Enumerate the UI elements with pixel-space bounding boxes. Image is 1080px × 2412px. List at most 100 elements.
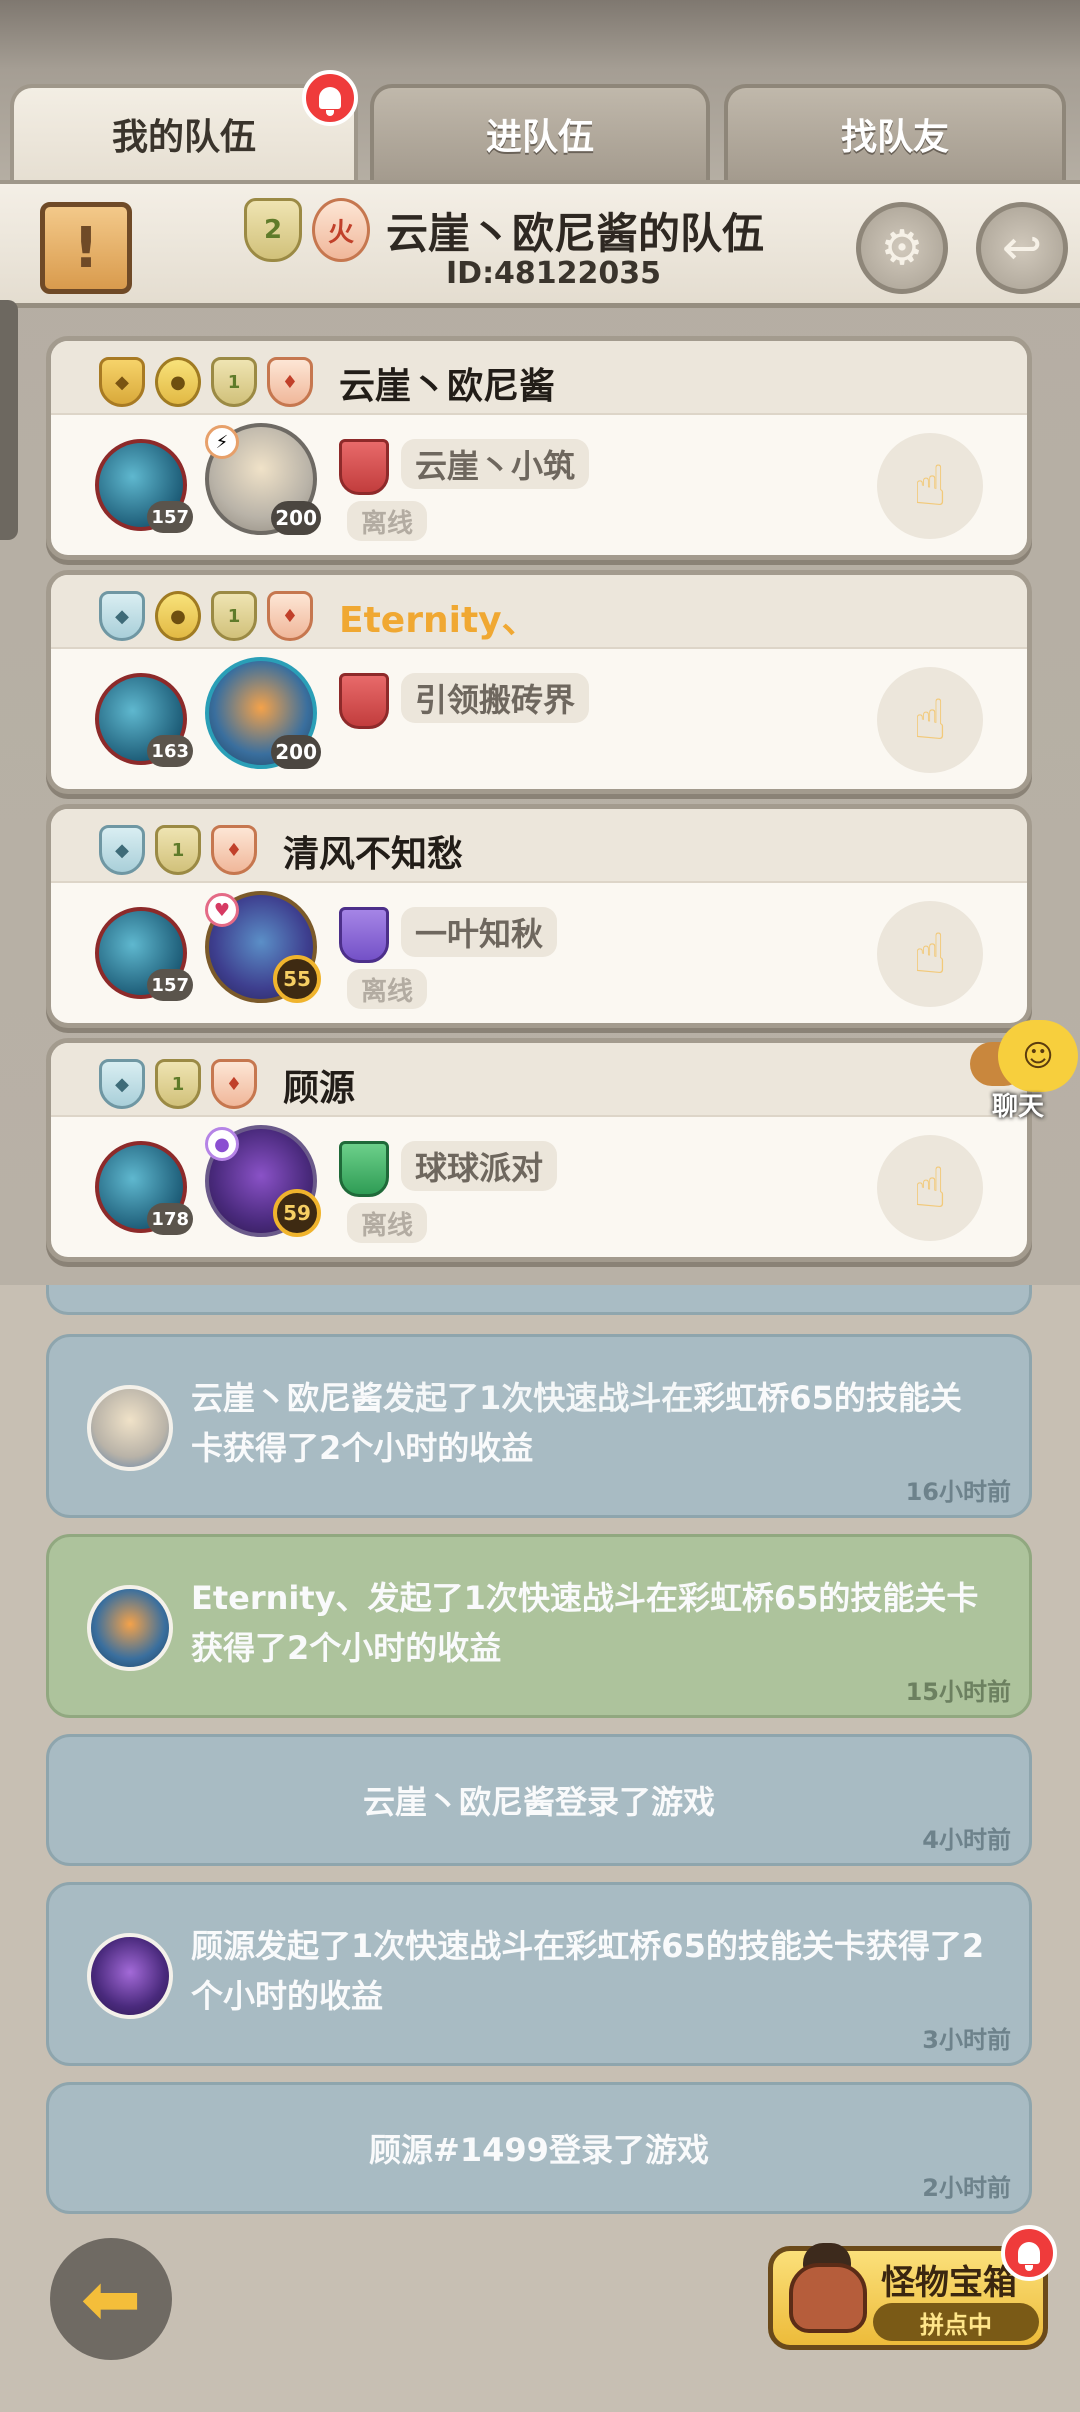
team-rank-emblem: 火 xyxy=(312,198,370,262)
team-title: 云崖丶欧尼酱的队伍 xyxy=(386,209,765,258)
hero-level: 157 xyxy=(147,501,193,533)
back-arrow-icon: ⬅ xyxy=(80,2257,142,2341)
status-badge: 离线 xyxy=(347,969,428,1009)
boar-icon xyxy=(783,2241,873,2345)
pet-avatar: ● 59 xyxy=(205,1125,321,1237)
treasure-title: 怪物宝箱 xyxy=(881,2263,1017,2303)
smiley-icon: ☺ xyxy=(998,1020,1078,1092)
guild-name: 云崖丶小筑 xyxy=(401,439,590,489)
guild-flag-icon xyxy=(339,907,389,963)
tab-bar: 我的队伍 进队伍 找队友 xyxy=(0,70,1080,180)
pet-avatar: ♥ 55 xyxy=(205,891,321,1003)
member-badges: ◆ 1 ♦ xyxy=(99,1059,257,1109)
member-name: 云崖丶欧尼酱 xyxy=(339,366,556,407)
settings-button[interactable]: ⚙ xyxy=(856,202,948,294)
swap-hand-icon: ☝ xyxy=(912,1155,948,1221)
bell-icon xyxy=(1018,2242,1040,2271)
log-text: 云崖丶欧尼酱登录了游戏 xyxy=(362,1783,716,1821)
log-time: 4小时前 xyxy=(922,1826,1011,1854)
scroll-notice-icon[interactable]: ! xyxy=(40,202,132,294)
element-icon: ⚡ xyxy=(205,425,239,459)
side-drawer-handle[interactable] xyxy=(0,300,18,540)
pet-level: 59 xyxy=(273,1189,321,1237)
fire-badge-icon: ♦ xyxy=(211,1059,257,1109)
hero-level: 178 xyxy=(147,1203,193,1235)
fire-badge-icon: ♦ xyxy=(267,591,313,641)
tab-join-team[interactable]: 进队伍 xyxy=(370,84,710,180)
log-entry-partial xyxy=(46,1285,1032,1315)
pet-badge-icon: ● xyxy=(155,357,201,407)
tab-label: 找队友 xyxy=(840,117,949,158)
rank-shield-icon: ◆ xyxy=(99,1059,145,1109)
member-card-header: ◆ ● 1 ♦ 云崖丶欧尼酱 xyxy=(51,341,1027,415)
member-avatar xyxy=(87,1585,173,1671)
treasure-status: 拼点中 xyxy=(873,2303,1039,2341)
exit-arrow-icon: ↩ xyxy=(1001,220,1043,276)
hero-avatar: 163 xyxy=(95,673,193,767)
hero-level: 163 xyxy=(147,735,193,767)
log-text: 顾源发起了1次快速战斗在彩虹桥65的技能关卡获得了2个小时的收益 xyxy=(191,1927,985,2015)
guild-name: 引领搬砖界 xyxy=(401,673,590,723)
log-entry: 云崖丶欧尼酱发起了1次快速战斗在彩虹桥65的技能关卡获得了2个小时的收益 16小… xyxy=(46,1334,1032,1518)
member-name: 清风不知愁 xyxy=(283,834,464,875)
member-name: 顾源 xyxy=(283,1068,356,1109)
member-card-header: ◆ ● 1 ♦ Eternity、 xyxy=(51,575,1027,649)
log-time: 15小时前 xyxy=(905,1678,1011,1706)
monster-chest-button[interactable]: 怪物宝箱 拼点中 xyxy=(768,2225,1057,2350)
team-id: ID:48122035 xyxy=(446,256,662,291)
tab-find-teammates[interactable]: 找队友 xyxy=(724,84,1066,180)
member-card[interactable]: ◆ 1 ♦ 顾源 178 ● 59 球球派对 离线 ☝ xyxy=(46,1038,1032,1262)
chat-label: 聊天 xyxy=(992,1092,1045,1122)
tab-label: 我的队伍 xyxy=(111,117,256,158)
log-entry: Eternity、发起了1次快速战斗在彩虹桥65的技能关卡获得了2个小时的收益 … xyxy=(46,1534,1032,1718)
swap-member-button[interactable]: ☝ xyxy=(877,433,983,539)
pet-avatar: ⚡ 200 xyxy=(205,423,321,535)
member-card[interactable]: ◆ ● 1 ♦ 云崖丶欧尼酱 157 ⚡ 200 云崖丶小筑 离线 ☝ xyxy=(46,336,1032,560)
notification-badge xyxy=(1001,2225,1057,2281)
swap-member-button[interactable]: ☝ xyxy=(877,1135,983,1241)
member-badges: ◆ ● 1 ♦ xyxy=(99,591,313,641)
hero-level: 157 xyxy=(147,969,193,1001)
pet-level: 200 xyxy=(271,501,321,535)
pet-level: 200 xyxy=(271,735,321,769)
guild-flag-icon xyxy=(339,673,389,729)
bell-icon xyxy=(319,87,341,116)
tap-hand-icon: ☝ xyxy=(912,687,948,753)
log-time: 2小时前 xyxy=(922,2174,1011,2202)
notification-badge xyxy=(302,70,358,126)
chat-button[interactable]: ☺ 聊天 xyxy=(970,1020,1080,1130)
swap-hand-icon: ☝ xyxy=(912,921,948,987)
back-button[interactable]: ⬅ xyxy=(50,2238,172,2360)
heart-icon: ♥ xyxy=(205,893,239,927)
log-time: 3小时前 xyxy=(922,2026,1011,2054)
tab-label: 进队伍 xyxy=(485,117,594,158)
member-card-header: ◆ 1 ♦ 清风不知愁 xyxy=(51,809,1027,883)
fire-badge-icon: ♦ xyxy=(211,825,257,875)
tab-my-team[interactable]: 我的队伍 xyxy=(10,70,358,180)
team-emblems: 2 火 xyxy=(244,198,370,262)
member-card[interactable]: ◆ 1 ♦ 清风不知愁 157 ♥ 55 一叶知秋 离线 ☝ xyxy=(46,804,1032,1028)
member-card[interactable]: ◆ ● 1 ♦ Eternity、 163 200 引领搬砖界 ☝ xyxy=(46,570,1032,794)
rank-shield-icon: ◆ xyxy=(99,591,145,641)
view-member-button[interactable]: ☝ xyxy=(877,667,983,773)
status-badge: 离线 xyxy=(347,1203,428,1243)
log-entry: 顾源发起了1次快速战斗在彩虹桥65的技能关卡获得了2个小时的收益 3小时前 xyxy=(46,1882,1032,2066)
level-badge-icon: 1 xyxy=(211,591,257,641)
member-badges: ◆ 1 ♦ xyxy=(99,825,257,875)
pet-badge-icon: ● xyxy=(155,591,201,641)
swap-hand-icon: ☝ xyxy=(912,453,948,519)
guild-flag-icon xyxy=(339,439,389,495)
gear-icon: ⚙ xyxy=(880,220,924,276)
member-badges: ◆ ● 1 ♦ xyxy=(99,357,313,407)
swap-member-button[interactable]: ☝ xyxy=(877,901,983,1007)
guild-name: 一叶知秋 xyxy=(401,907,558,957)
rank-shield-icon: ◆ xyxy=(99,357,145,407)
log-text: Eternity、发起了1次快速战斗在彩虹桥65的技能关卡获得了2个小时的收益 xyxy=(191,1579,979,1667)
log-entry: 顾源#1499登录了游戏 2小时前 xyxy=(46,2082,1032,2214)
guild-flag-icon xyxy=(339,1141,389,1197)
leave-team-button[interactable]: ↩ xyxy=(976,202,1068,294)
level-badge-icon: 1 xyxy=(155,825,201,875)
member-avatar xyxy=(87,1933,173,2019)
log-time: 16小时前 xyxy=(905,1478,1011,1506)
rank-shield-icon: ◆ xyxy=(99,825,145,875)
